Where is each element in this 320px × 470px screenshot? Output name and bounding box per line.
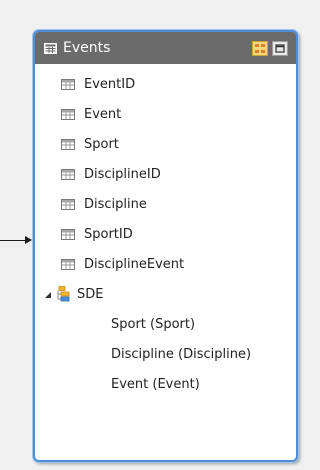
diagram-view-icon: [255, 43, 265, 53]
relationship-line[interactable]: [0, 240, 26, 241]
relationship-arrow-icon: [25, 236, 32, 244]
field-label: Sport: [84, 136, 119, 152]
column-icon: [61, 228, 75, 240]
column-icon: [61, 198, 75, 210]
field-label: SportID: [84, 226, 133, 242]
field-label: DisciplineEvent: [84, 256, 185, 272]
hierarchy-level-event[interactable]: Event (Event): [35, 369, 296, 399]
table-icon: [44, 42, 57, 54]
column-icon: [61, 168, 75, 180]
field-label: EventID: [84, 76, 136, 92]
field-list: EventID Event Sport DisciplineID Discipl…: [35, 64, 296, 399]
hierarchy-level-sport[interactable]: Sport (Sport): [35, 309, 296, 339]
restore-icon: [275, 43, 285, 53]
field-row-disciplineevent[interactable]: DisciplineEvent: [35, 249, 296, 279]
table-header[interactable]: Events: [35, 32, 296, 64]
field-row-event[interactable]: Event: [35, 99, 296, 129]
hierarchy-label: SDE: [77, 286, 104, 302]
field-label: Discipline: [84, 196, 147, 212]
table-title: Events: [63, 40, 111, 56]
field-label: DisciplineID: [84, 166, 161, 182]
column-icon: [61, 108, 75, 120]
hierarchy-row-sde[interactable]: SDE: [35, 279, 296, 309]
hierarchy-level-label: Sport (Sport): [111, 316, 196, 332]
expanded-triangle-icon[interactable]: [45, 292, 51, 298]
field-label: Event: [84, 106, 122, 122]
column-icon: [61, 78, 75, 90]
field-row-discipline[interactable]: Discipline: [35, 189, 296, 219]
hierarchy-level-discipline[interactable]: Discipline (Discipline): [35, 339, 296, 369]
field-row-sport[interactable]: Sport: [35, 129, 296, 159]
column-icon: [61, 258, 75, 270]
diagram-view-button[interactable]: [252, 40, 268, 56]
field-row-disciplineid[interactable]: DisciplineID: [35, 159, 296, 189]
hierarchy-level-label: Event (Event): [111, 376, 200, 392]
hierarchy-level-label: Discipline (Discipline): [111, 346, 252, 362]
restore-button[interactable]: [272, 40, 288, 56]
column-icon: [61, 138, 75, 150]
field-row-eventid[interactable]: EventID: [35, 69, 296, 99]
events-table-card[interactable]: Events EventID Event Sport DisciplineID …: [33, 30, 298, 462]
field-row-sportid[interactable]: SportID: [35, 219, 296, 249]
hierarchy-icon: [57, 286, 70, 302]
